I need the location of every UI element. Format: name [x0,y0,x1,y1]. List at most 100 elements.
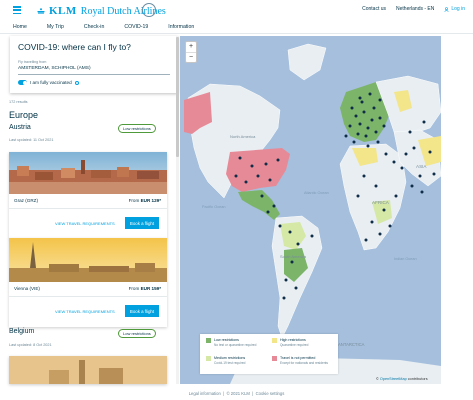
destination-marker[interactable] [382,208,386,212]
search-card: COVID-19: where can I fly to? Fly travel… [10,36,178,93]
destination-marker[interactable] [370,118,374,122]
destination-marker[interactable] [356,194,360,198]
destination-marker[interactable] [272,204,276,208]
destination-marker[interactable] [296,242,300,246]
destination-marker[interactable] [360,100,364,104]
vaccinated-toggle[interactable] [18,80,27,85]
nav-item-home[interactable]: Home [0,22,37,34]
destination-marker[interactable] [344,134,348,138]
destination-marker[interactable] [432,172,436,176]
destination-marker[interactable] [350,106,354,110]
info-icon[interactable] [74,80,79,85]
travel-requirements-link[interactable]: VIEW TRAVEL REQUIREMENTS [55,221,115,226]
contact-link[interactable]: Contact us [362,6,386,12]
destination-marker[interactable] [422,120,426,124]
cookie-settings-link[interactable]: Cookie settings [256,391,285,396]
nav-item-covid[interactable]: COVID-19 [114,22,158,34]
destination-marker[interactable] [362,110,366,114]
origin-field[interactable]: AMSTERDAM, Schiphol (AMS) [18,66,91,71]
destination-marker[interactable] [278,224,282,228]
destination-marker[interactable] [408,130,412,134]
label-asia: ASIA [416,164,427,169]
destination-marker[interactable] [388,224,392,228]
menu-icon[interactable] [13,6,21,14]
nav-item-information[interactable]: Information [158,22,204,34]
destination-card[interactable]: Graz (GRZ) From EUR 129* VIEW TRAVEL REQ… [9,152,167,239]
destination-marker[interactable] [394,194,398,198]
destination-marker[interactable] [290,260,294,264]
zoom-control: + − [185,41,197,63]
destination-marker[interactable] [400,166,404,170]
legend-swatch [272,338,277,343]
destination-marker[interactable] [238,156,242,160]
osm-link[interactable]: OpenStreetMap [380,377,407,381]
destination-marker[interactable] [268,178,272,182]
destination-marker[interactable] [384,152,388,156]
destination-marker[interactable] [378,116,382,120]
destination-marker[interactable] [370,220,374,224]
label-africa: AFRICA [372,200,390,205]
last-updated: Last updated: 8 Oct 2021 [9,343,52,347]
locale-selector[interactable]: Netherlands - EN [396,6,434,12]
destination-marker[interactable] [288,230,292,234]
price-prefix: From [128,198,140,203]
destination-marker[interactable] [428,150,432,154]
destination-marker[interactable] [352,140,356,144]
destination-marker[interactable] [392,160,396,164]
destination-marker[interactable] [404,152,408,156]
destination-marker[interactable] [418,174,422,178]
destination-marker[interactable] [264,162,268,166]
destination-marker[interactable] [354,114,358,118]
travel-requirements-link[interactable]: VIEW TRAVEL REQUIREMENTS [55,309,115,314]
destination-marker[interactable] [256,174,260,178]
destination-card[interactable]: Vienna (VIE) From EUR 159* VIEW TRAVEL R… [9,238,167,327]
login-link[interactable]: Log in [444,6,465,12]
legend-title: High restrictions [280,338,306,342]
world-map[interactable]: North America South America AFRICA ASIA … [180,36,441,384]
destination-marker[interactable] [420,190,424,194]
scrollbar-thumb[interactable] [176,37,179,157]
destination-marker[interactable] [374,184,378,188]
destination-marker[interactable] [250,164,254,168]
destination-marker[interactable] [358,96,362,100]
destination-marker[interactable] [376,140,380,144]
destination-marker[interactable] [410,184,414,188]
zoom-out-button[interactable]: − [186,53,196,63]
destination-marker[interactable] [378,98,382,102]
label-indian: Indian Ocean [394,257,417,261]
destination-marker[interactable] [374,130,378,134]
legal-link[interactable]: Legal information [189,391,221,396]
destination-marker[interactable] [372,106,376,110]
destination-marker[interactable] [356,132,360,136]
destination-marker[interactable] [294,286,298,290]
destination-marker[interactable] [382,124,386,128]
destination-info: Graz (GRZ) From EUR 129* VIEW TRAVEL REQ… [9,194,167,239]
destination-marker[interactable] [284,278,288,282]
destination-marker[interactable] [276,158,280,162]
destination-marker[interactable] [366,126,370,130]
destination-marker[interactable] [282,296,286,300]
book-flight-button[interactable]: Book a flight [125,217,159,229]
destination-marker[interactable] [358,122,362,126]
destination-card[interactable] [9,356,167,384]
destination-marker[interactable] [368,92,372,96]
destination-marker[interactable] [364,134,368,138]
book-flight-button[interactable]: Book a flight [125,305,159,317]
destination-marker[interactable] [412,146,416,150]
destination-info: Vienna (VIE) From EUR 159* VIEW TRAVEL R… [9,282,167,327]
nav-item-check-in[interactable]: Check-in [74,22,114,34]
destination-marker[interactable] [260,194,264,198]
nav-item-my-trip[interactable]: My Trip [37,22,74,34]
brand-name: KLM [49,5,77,17]
zoom-in-button[interactable]: + [186,42,196,53]
destination-marker[interactable] [364,238,368,242]
destination-marker[interactable] [234,174,238,178]
restriction-badge: Low restrictions [118,329,156,338]
destination-marker[interactable] [348,124,352,128]
destination-marker[interactable] [378,232,382,236]
destination-marker[interactable] [266,210,270,214]
destination-marker[interactable] [366,144,370,148]
destination-marker[interactable] [362,174,366,178]
destination-marker[interactable] [310,234,314,238]
destination-marker[interactable] [244,180,248,184]
